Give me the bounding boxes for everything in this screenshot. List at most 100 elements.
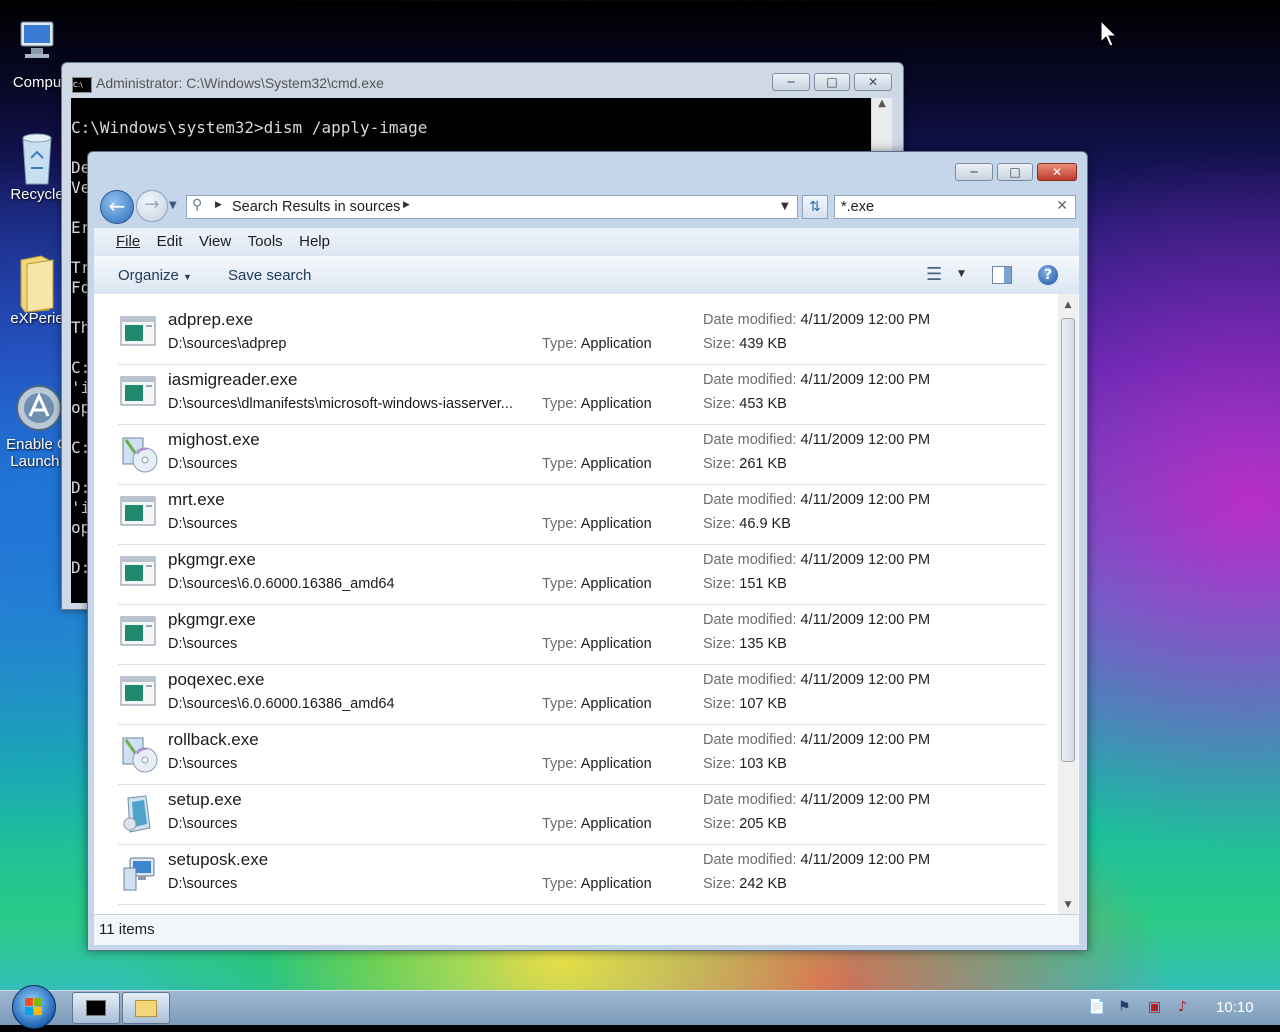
file-row[interactable]: iasmigreader.exe D:\sources\dlmanifests\m…: [118, 364, 1046, 425]
size-value: 439 KB: [739, 336, 787, 352]
menu-help[interactable]: Help: [299, 233, 330, 250]
search-box[interactable]: *.exe ✕: [834, 195, 1076, 219]
explorer-window[interactable]: ─ □ ✕ ← → ▼ ⚲ ▶ Search Results in source…: [87, 151, 1088, 951]
file-row[interactable]: mrt.exe D:\sources Type: Application Date m…: [118, 484, 1046, 545]
size-label: Size:: [703, 516, 736, 532]
breadcrumb-chevron-icon[interactable]: ▶: [215, 200, 222, 210]
help-icon[interactable]: ?: [1038, 265, 1058, 285]
scroll-down-arrow-icon[interactable]: ▼: [1058, 900, 1078, 910]
minimize-button[interactable]: ─: [955, 163, 993, 181]
views-dropdown-icon[interactable]: ▼: [958, 269, 965, 279]
breadcrumb-item[interactable]: Search Results in sources: [232, 199, 400, 215]
file-size: Size: 135 KB: [703, 636, 787, 652]
file-type: Type: Application: [542, 636, 652, 652]
menu-file[interactable]: File: [116, 233, 140, 250]
file-date-modified: Date modified: 4/11/2009 12:00 PM: [703, 312, 930, 328]
folder-icon: [135, 1000, 157, 1017]
file-name: poqexec.exe: [168, 670, 265, 689]
app-window-icon: [120, 314, 156, 348]
file-row[interactable]: poqexec.exe D:\sources\6.0.6000.16386_amd…: [118, 664, 1046, 725]
setup-cd-icon: [120, 734, 158, 773]
tray-document-icon[interactable]: 📄: [1088, 999, 1105, 1015]
file-type: Type: Application: [542, 396, 652, 412]
file-date-modified: Date modified: 4/11/2009 12:00 PM: [703, 552, 930, 568]
taskbar-cmd-button[interactable]: [72, 992, 120, 1024]
computer-icon: [15, 18, 59, 70]
file-row[interactable]: pkgmgr.exe D:\sources\6.0.6000.16386_amd6…: [118, 544, 1046, 605]
date-modified-value: 4/11/2009 12:00 PM: [800, 672, 931, 688]
save-search-button[interactable]: Save search: [228, 267, 311, 284]
minimize-button[interactable]: ─: [772, 73, 810, 91]
date-modified-label: Date modified:: [703, 432, 797, 448]
date-modified-label: Date modified:: [703, 852, 797, 868]
file-date-modified: Date modified: 4/11/2009 12:00 PM: [703, 612, 930, 628]
preview-pane-icon[interactable]: [992, 266, 1012, 284]
close-button[interactable]: ✕: [1037, 163, 1077, 181]
file-row[interactable]: pkgmgr.exe D:\sources Type: Application Dat…: [118, 604, 1046, 665]
maximize-button[interactable]: □: [997, 163, 1033, 181]
setup-cd-icon: [120, 434, 158, 473]
tray-volume-muted-icon[interactable]: ♪: [1178, 999, 1187, 1015]
menu-tools[interactable]: Tools: [248, 233, 283, 250]
file-size: Size: 453 KB: [703, 396, 787, 412]
forward-button[interactable]: →: [136, 190, 168, 222]
scrollbar-thumb[interactable]: [1061, 318, 1075, 762]
cmd-icon: C:\: [72, 77, 92, 93]
close-button[interactable]: ✕: [854, 73, 892, 91]
file-size: Size: 439 KB: [703, 336, 787, 352]
type-value: Application: [580, 576, 652, 592]
address-bar[interactable]: ⚲ ▶ Search Results in sources ▶ ▼: [186, 195, 798, 219]
file-path: D:\sources: [168, 876, 238, 892]
cmd-window-title: Administrator: C:\Windows\System32\cmd.e…: [96, 75, 384, 91]
type-value: Application: [580, 876, 652, 892]
vertical-scrollbar[interactable]: ▲ ▼: [1058, 294, 1078, 914]
file-row[interactable]: rollback.exe D:\sources Type: Application D…: [118, 724, 1046, 785]
date-modified-value: 4/11/2009 12:00 PM: [800, 852, 931, 868]
file-type: Type: Application: [542, 876, 652, 892]
menu-view[interactable]: View: [199, 233, 231, 250]
console-line: C:\Windows\system32>dism /apply-image: [71, 118, 428, 137]
size-value: 103 KB: [739, 756, 787, 772]
search-folder-icon: ⚲: [192, 197, 203, 213]
setup-monitor-icon: [120, 854, 156, 891]
tray-action-icon[interactable]: ⚑: [1118, 999, 1131, 1015]
type-value: Application: [580, 516, 652, 532]
search-input[interactable]: *.exe: [841, 199, 874, 215]
clear-search-icon[interactable]: ✕: [1056, 198, 1068, 214]
refresh-button[interactable]: ⇅: [802, 195, 828, 219]
size-value: 261 KB: [739, 456, 787, 472]
app-window-icon: [120, 614, 156, 648]
file-row[interactable]: mighost.exe D:\sources Type: Application Da…: [118, 424, 1046, 485]
item-count: 11 items: [99, 921, 155, 938]
date-modified-label: Date modified:: [703, 312, 797, 328]
file-size: Size: 103 KB: [703, 756, 787, 772]
menu-edit[interactable]: Edit: [157, 233, 183, 250]
views-icon[interactable]: ☰: [926, 264, 942, 285]
scroll-up-arrow-icon[interactable]: ▲: [1058, 300, 1078, 310]
back-button[interactable]: ←: [100, 190, 134, 224]
file-row[interactable]: setuposk.exe D:\sources Type: Application D…: [118, 844, 1046, 905]
file-type: Type: Application: [542, 696, 652, 712]
file-row[interactable]: setup.exe D:\sources Type: Application Date…: [118, 784, 1046, 845]
clock[interactable]: 10:10: [1216, 999, 1254, 1016]
tray-network-icon[interactable]: ▣: [1148, 999, 1161, 1015]
type-value: Application: [580, 756, 652, 772]
file-size: Size: 107 KB: [703, 696, 787, 712]
organize-button[interactable]: Organize ▼: [118, 267, 192, 284]
date-modified-label: Date modified:: [703, 732, 797, 748]
size-label: Size:: [703, 756, 736, 772]
taskbar: 📄 ⚑ ▣ ♪ 10:10: [0, 985, 1280, 1029]
address-dropdown-icon[interactable]: ▼: [781, 201, 789, 212]
file-name: setuposk.exe: [168, 850, 269, 869]
size-value: 151 KB: [739, 576, 787, 592]
type-label: Type:: [542, 396, 578, 412]
scroll-up-arrow-icon[interactable]: ▲: [872, 98, 892, 109]
start-button[interactable]: [12, 985, 56, 1029]
taskbar-explorer-button[interactable]: [122, 992, 170, 1024]
file-row[interactable]: adprep.exe D:\sources\adprep Type: Applica…: [118, 304, 1046, 365]
breadcrumb-chevron-icon[interactable]: ▶: [403, 200, 410, 210]
command-bar: Organize ▼ Save search ☰ ▼ ?: [94, 256, 1079, 295]
maximize-button[interactable]: □: [814, 73, 850, 91]
date-modified-value: 4/11/2009 12:00 PM: [800, 492, 931, 508]
recent-pages-dropdown-icon[interactable]: ▼: [169, 200, 177, 211]
